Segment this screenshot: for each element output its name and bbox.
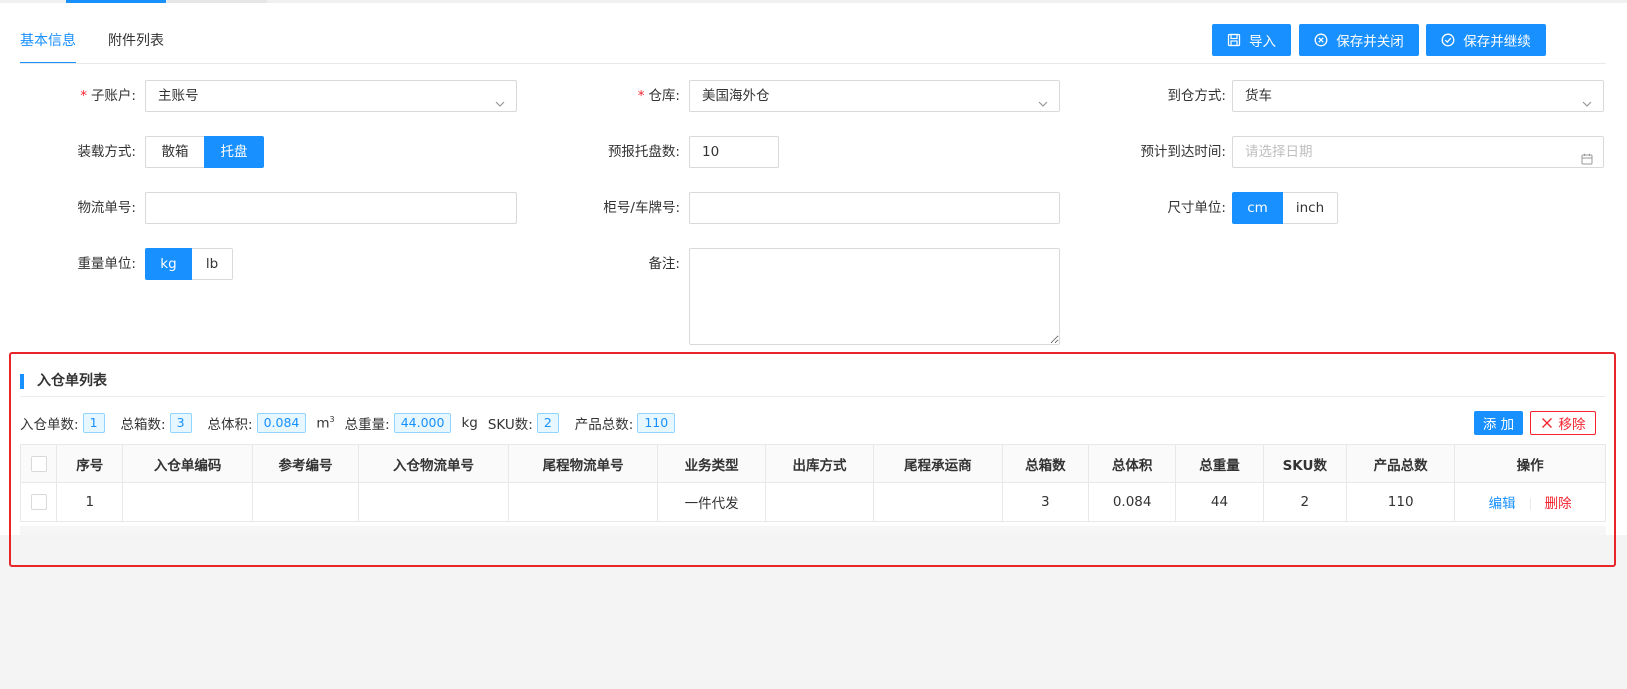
save-and-close-button[interactable]: 保存并关闭: [1299, 24, 1419, 56]
weight-unit-toggle: kg lb: [145, 248, 233, 280]
sub-account-value: 主账号: [158, 88, 199, 104]
arrival-method-value: 货车: [1245, 88, 1272, 104]
required-asterisk: *: [80, 88, 87, 104]
loading-method-toggle: 散箱 托盘: [145, 136, 264, 168]
save-and-continue-button-label: 保存并继续: [1463, 34, 1531, 50]
warehouse-select[interactable]: 美国海外仓: [689, 80, 1060, 112]
tab-underline-divider: [20, 63, 1606, 64]
chevron-down-icon: [494, 91, 506, 107]
eta-label: 预计到达时间:: [1140, 144, 1226, 160]
weight-unit-kg[interactable]: kg: [145, 248, 192, 280]
tab-attachments[interactable]: 附件列表: [108, 18, 164, 64]
save-and-continue-button[interactable]: 保存并继续: [1426, 24, 1546, 56]
container-no-label: 柜号/车牌号:: [603, 200, 680, 216]
pallet-count-value: 10: [702, 144, 720, 160]
loading-method-label: 装载方式:: [77, 144, 136, 160]
highlight-box: [9, 352, 1616, 567]
size-unit-label: 尺寸单位:: [1167, 200, 1226, 216]
sub-account-label: * 子账户:: [80, 88, 136, 104]
chevron-down-icon: [1037, 91, 1049, 107]
remark-label: 备注:: [648, 256, 680, 272]
warehouse-label: * 仓库:: [637, 88, 680, 104]
warehouse-value: 美国海外仓: [702, 88, 770, 104]
size-unit-toggle: cm inch: [1232, 192, 1338, 224]
check-circle-icon: [1441, 33, 1455, 47]
calendar-icon: [1581, 146, 1593, 165]
weight-unit-lb[interactable]: lb: [191, 248, 233, 280]
tab-basic-info[interactable]: 基本信息: [20, 18, 76, 64]
tab-bar: 基本信息 附件列表: [20, 18, 196, 64]
tracking-no-label: 物流单号:: [77, 200, 136, 216]
close-circle-icon: [1314, 33, 1328, 47]
chevron-down-icon: [1581, 91, 1593, 107]
loading-method-pallet[interactable]: 托盘: [204, 136, 264, 168]
top-strip-inactive-segment: [167, 0, 267, 3]
eta-placeholder: 请选择日期: [1245, 144, 1313, 160]
save-icon: [1227, 33, 1241, 47]
remark-textarea[interactable]: [689, 248, 1060, 345]
save-and-close-button-label: 保存并关闭: [1336, 34, 1404, 50]
top-strip: [0, 0, 1627, 3]
sub-account-select[interactable]: 主账号: [145, 80, 517, 112]
container-no-input[interactable]: [689, 192, 1060, 224]
weight-unit-label: 重量单位:: [77, 256, 136, 272]
arrival-method-label: 到仓方式:: [1167, 88, 1226, 104]
pallet-count-input[interactable]: 10: [689, 136, 779, 168]
arrival-method-select[interactable]: 货车: [1232, 80, 1604, 112]
size-unit-cm[interactable]: cm: [1232, 192, 1283, 224]
pallet-count-label: 预报托盘数:: [607, 144, 680, 160]
tracking-no-input[interactable]: [145, 192, 517, 224]
required-asterisk: *: [637, 88, 645, 104]
eta-date-picker[interactable]: 请选择日期: [1232, 136, 1604, 168]
top-strip-active-segment: [66, 0, 166, 3]
size-unit-inch[interactable]: inch: [1282, 192, 1338, 224]
import-button-label: 导入: [1249, 34, 1276, 50]
import-button[interactable]: 导入: [1212, 24, 1291, 56]
loading-method-loose-boxes[interactable]: 散箱: [145, 136, 205, 168]
